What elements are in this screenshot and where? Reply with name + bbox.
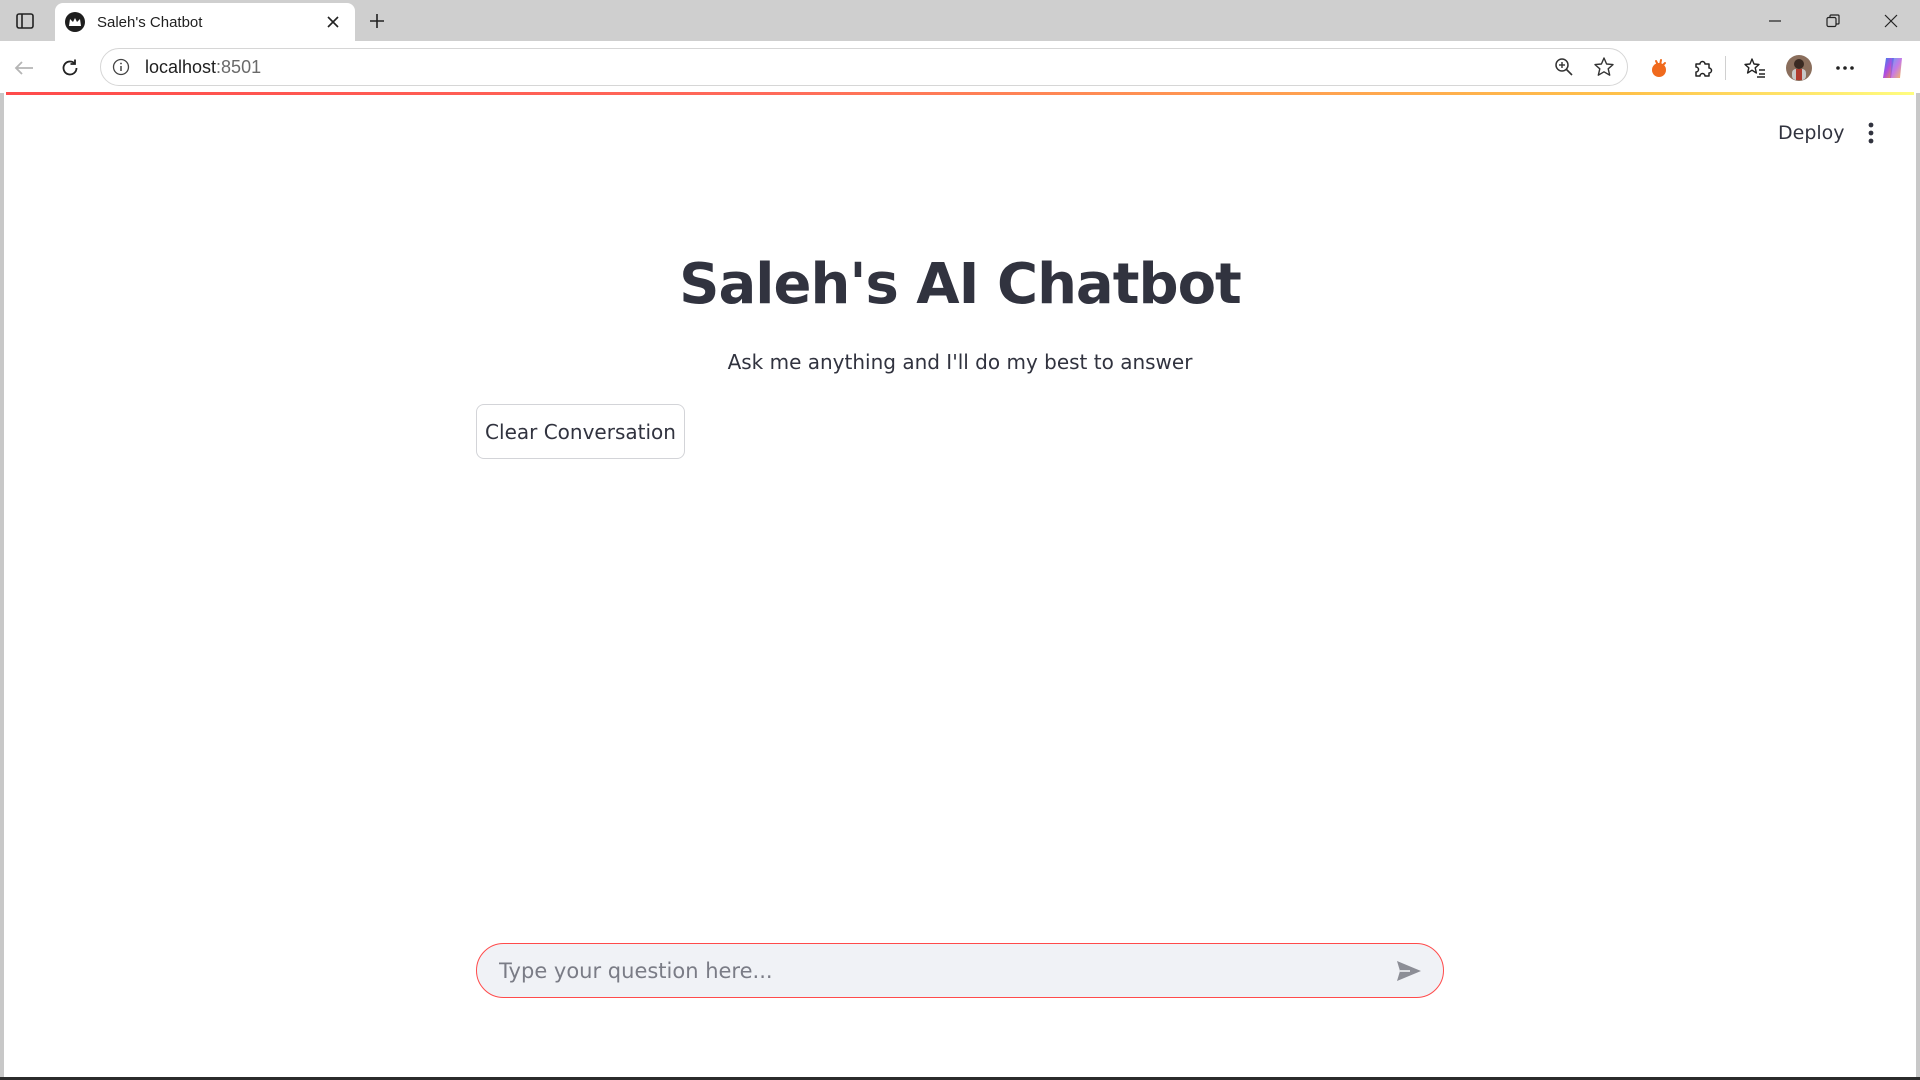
favorites-icon[interactable] (1738, 51, 1772, 85)
close-icon[interactable] (321, 10, 345, 34)
window-border-right (1916, 93, 1920, 1080)
streamlit-header-decoration (6, 92, 1914, 95)
active-tab[interactable]: Saleh's Chatbot (55, 3, 355, 41)
extension-orange-icon[interactable] (1642, 51, 1676, 85)
plus-icon[interactable] (362, 6, 392, 36)
url-text[interactable]: localhost:8501 (145, 57, 1547, 78)
clear-conversation-button[interactable]: Clear Conversation (476, 404, 685, 459)
minimize-icon[interactable] (1746, 0, 1804, 41)
streamlit-app (4, 95, 1916, 1078)
star-icon[interactable] (1587, 50, 1621, 84)
tab-bar: Saleh's Chatbot (0, 0, 1920, 41)
puzzle-icon[interactable] (1686, 51, 1720, 85)
window-controls (1746, 0, 1920, 41)
browser-toolbar: localhost:8501 (0, 41, 1920, 93)
tab-sidebar-icon[interactable] (10, 6, 40, 36)
main-menu-icon[interactable] (1856, 118, 1886, 148)
restore-icon[interactable] (1804, 0, 1862, 41)
page-subtitle: Ask me anything and I'll do my best to a… (727, 350, 1193, 374)
send-icon[interactable] (1387, 949, 1431, 993)
reload-icon[interactable] (54, 52, 86, 84)
deploy-button[interactable]: Deploy (1766, 118, 1857, 148)
page-title: Saleh's AI Chatbot (679, 252, 1242, 317)
tab-title: Saleh's Chatbot (97, 13, 203, 31)
window-close-icon[interactable] (1862, 0, 1920, 41)
streamlit-favicon-icon (65, 12, 85, 32)
copilot-icon[interactable] (1876, 51, 1910, 85)
back-arrow-icon[interactable] (8, 52, 40, 84)
chat-input-container (476, 943, 1444, 998)
toolbar-divider (1725, 56, 1726, 80)
info-icon[interactable] (111, 57, 131, 77)
address-bar[interactable]: localhost:8501 (100, 48, 1628, 86)
chat-input[interactable] (477, 944, 1387, 997)
zoom-icon[interactable] (1547, 50, 1581, 84)
more-icon[interactable] (1828, 51, 1862, 85)
profile-avatar[interactable] (1782, 51, 1816, 85)
